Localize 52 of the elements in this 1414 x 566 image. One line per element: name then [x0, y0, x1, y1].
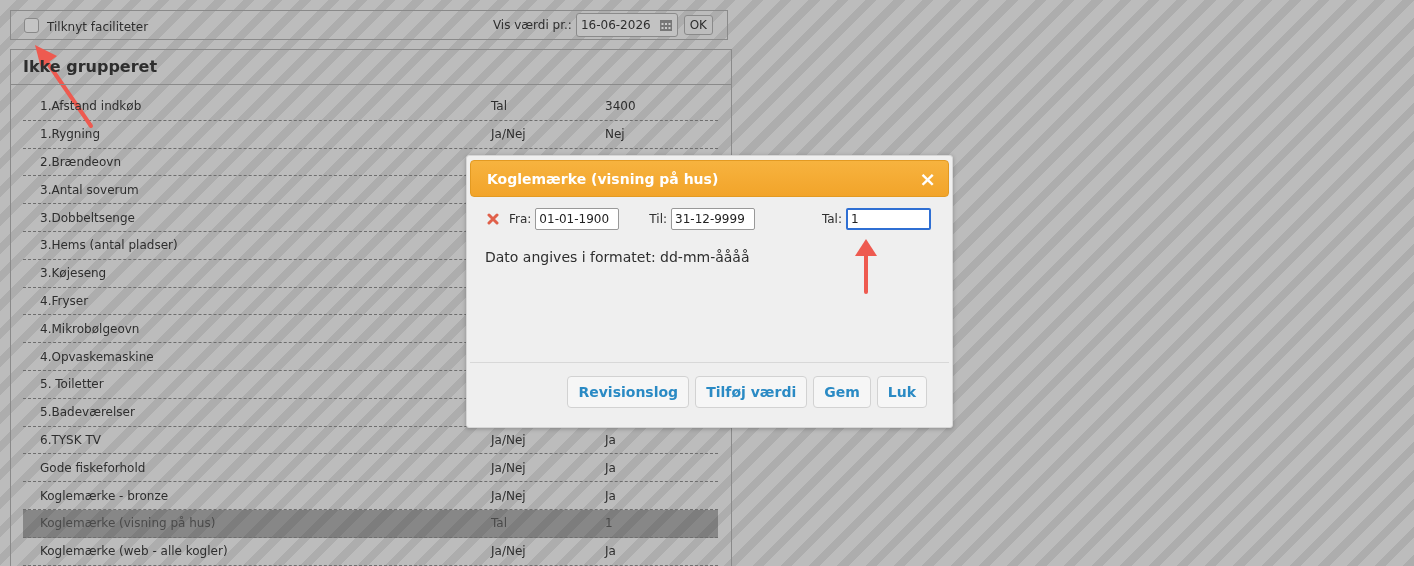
- row-name: 3.Antal soverum: [40, 182, 140, 197]
- to-field[interactable]: 31-12-9999: [671, 208, 756, 230]
- delete-icon[interactable]: [487, 213, 499, 225]
- row-value: Ja: [605, 432, 616, 447]
- row-type: Ja/Nej: [491, 460, 527, 475]
- checkbox[interactable]: [24, 17, 39, 33]
- row-type: Ja/Nej: [491, 488, 527, 503]
- row-value: 1: [605, 516, 613, 531]
- row-name: 5. Toiletter: [40, 377, 105, 392]
- number-field[interactable]: 1: [846, 208, 931, 230]
- row-name: 5.Badeværelser: [40, 405, 136, 420]
- list-row[interactable]: 1.Rygning Ja/Nej Nej: [23, 120, 718, 149]
- row-name: 4.Opvaskemaskine: [40, 349, 155, 364]
- row-type: Tal: [491, 516, 509, 531]
- number-label: Tal:: [821, 212, 842, 226]
- row-name: 3.Køjeseng: [40, 266, 108, 281]
- row-value: 3400: [605, 99, 636, 114]
- row-name: 6.TYSK TV: [40, 432, 102, 447]
- row-name: 1.Rygning: [40, 127, 101, 142]
- row-name: Koglemærke (visning på hus): [40, 516, 217, 531]
- list-row[interactable]: Koglemærke (web - alle kogler) Ja/Nej Ja: [23, 537, 718, 566]
- row-value: Ja: [605, 544, 616, 559]
- row-name: 4.Mikrobølgeovn: [40, 321, 141, 336]
- date-field[interactable]: 16-06-2026: [575, 13, 678, 37]
- to-label: Til:: [649, 212, 668, 226]
- dialog-button[interactable]: Luk: [876, 376, 927, 408]
- row-value: Nej: [605, 127, 625, 142]
- row-type: Ja/Nej: [491, 544, 527, 559]
- row-value: Ja: [605, 488, 616, 503]
- dialog-button[interactable]: Tilføj værdi: [695, 376, 808, 408]
- row-name: 2.Brændeovn: [40, 155, 123, 169]
- from-label: Fra:: [509, 212, 532, 226]
- date-label: Vis værdi pr.:: [492, 18, 572, 32]
- from-field[interactable]: 01-01-1900: [535, 208, 620, 230]
- dialog-button[interactable]: Gem: [813, 376, 871, 408]
- row-value: Ja: [605, 460, 616, 475]
- row-name: 3.Dobbeltsenge: [40, 210, 136, 225]
- list-row[interactable]: Gode fiskeforhold Ja/Nej Ja: [23, 454, 718, 483]
- ok-button[interactable]: OK: [683, 15, 713, 35]
- row-name: Gode fiskeforhold: [40, 460, 147, 475]
- calendar-icon[interactable]: [658, 18, 673, 32]
- row-name: Koglemærke (web - alle kogler): [40, 544, 229, 559]
- annotation-arrow: [854, 238, 878, 294]
- row-name: 3.Hems (antal pladser): [40, 238, 179, 253]
- row-name: Koglemærke - bronze: [40, 488, 170, 503]
- row-type: Tal: [491, 99, 509, 114]
- checkbox-label: Tilknyt faciliteter: [47, 20, 149, 34]
- dialog-button[interactable]: Revisionslog: [567, 376, 690, 408]
- row-type: Ja/Nej: [491, 127, 527, 142]
- row-type: Ja/Nej: [491, 432, 527, 447]
- list-row[interactable]: Koglemærke - bronze Ja/Nej Ja: [23, 482, 718, 510]
- row-name: 4.Fryser: [40, 293, 90, 308]
